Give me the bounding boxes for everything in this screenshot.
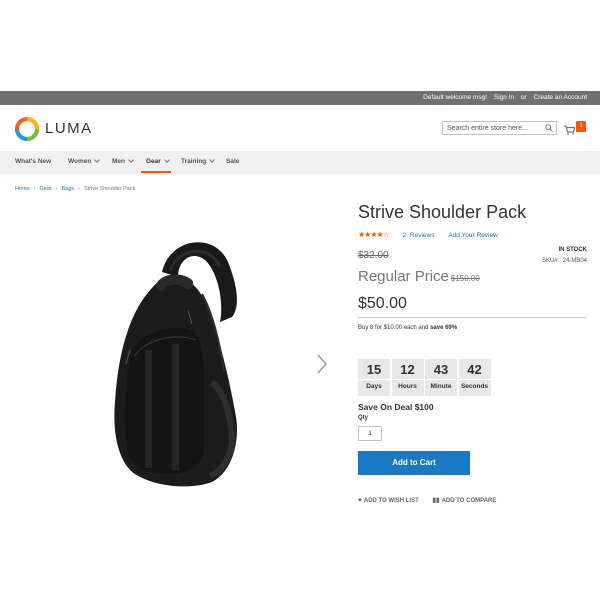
nav-label: What's New [15, 158, 52, 165]
nav-label: Men [112, 158, 125, 165]
reviews-link[interactable]: 2 Reviews [403, 232, 435, 239]
heart-icon: ♥ [358, 497, 362, 504]
chevron-right-icon[interactable] [315, 353, 329, 375]
sku: SKU#: 24-MB04 [542, 258, 587, 264]
minicart[interactable]: 1 [564, 121, 586, 140]
countdown-value: 42 [458, 359, 491, 380]
active-nav-indicator [141, 171, 171, 173]
countdown-label: Minute [430, 383, 452, 390]
breadcrumb-current: Strive Shoulder Pack [83, 186, 136, 192]
rating-stars-icon: ★★★★☆ [358, 230, 390, 239]
countdown-days: 15 Days [358, 358, 390, 396]
countdown-hours: 12 Hours [391, 358, 424, 396]
nav-label: Sale [226, 158, 240, 165]
tier-save: save 69% [430, 325, 458, 331]
final-price: $50.00 [358, 295, 407, 312]
breadcrumb-separator-icon: › [55, 186, 58, 192]
chevron-down-icon [128, 157, 134, 163]
qty-input[interactable]: 1 [358, 426, 382, 441]
product-actions: ♥ ADD TO WISH LIST ▮▮ ADD TO COMPARE [358, 496, 508, 504]
header: LUMA Search entire store here... 1 [0, 105, 600, 151]
main-nav: What's New Women Men Gear Training Sale [0, 151, 600, 174]
cart-icon[interactable] [564, 125, 576, 135]
reviews-count: 2 [402, 232, 407, 239]
chevron-down-icon [94, 157, 101, 163]
add-to-cart-button[interactable]: Add to Cart [358, 451, 470, 475]
tier-price: Buy 8 for $10.00 each and save 69% [358, 325, 457, 331]
regular-price-old: $150.00 [450, 274, 480, 283]
countdown-label: Days [366, 383, 382, 390]
old-price: $32.00 [358, 250, 389, 261]
countdown-value: 15 [358, 359, 390, 380]
chevron-down-icon [163, 157, 170, 163]
nav-item-training[interactable]: Training [181, 157, 216, 165]
compare-icon: ▮▮ [432, 497, 440, 504]
countdown-label: Hours [398, 383, 417, 390]
add-to-compare-link[interactable]: ▮▮ ADD TO COMPARE [432, 497, 497, 504]
sku-label: SKU#: [541, 258, 560, 264]
breadcrumb-home[interactable]: Home [15, 186, 30, 192]
nav-item-whats-new[interactable]: What's New [15, 158, 51, 165]
or-text: or [520, 94, 527, 101]
nav-label: Training [181, 158, 207, 165]
add-review-link[interactable]: Add Your Review [448, 232, 498, 239]
regular-price: Regular Price $150.00 [358, 268, 480, 285]
countdown-seconds: 42 Seconds [458, 358, 491, 396]
top-bar: Default welcome msg! Sign In or Create a… [0, 91, 600, 105]
deal-countdown: 15 Days 12 Hours 43 Minute 42 Seconds [358, 358, 492, 396]
add-to-wishlist-link[interactable]: ♥ ADD TO WISH LIST [358, 497, 419, 504]
search-icon[interactable] [545, 124, 553, 132]
nav-label: Women [68, 158, 92, 165]
wishlist-label: ADD TO WISH LIST [363, 498, 419, 504]
product-title: Strive Shoulder Pack [358, 202, 527, 222]
deal-text: Save On Deal $100 [358, 402, 434, 412]
sign-in-link[interactable]: Sign In [494, 94, 514, 101]
countdown-value: 43 [425, 359, 457, 380]
breadcrumb-separator-icon: › [78, 186, 80, 192]
sku-value: 24-MB04 [562, 258, 587, 264]
welcome-message: Default welcome msg! [423, 94, 488, 101]
countdown-value: 12 [391, 359, 424, 380]
logo-text[interactable]: LUMA [45, 120, 93, 137]
breadcrumb-gear[interactable]: Gear [40, 186, 52, 192]
breadcrumb: Home › Gear › Bags › Strive Shoulder Pack [15, 186, 135, 192]
nav-item-gear[interactable]: Gear [146, 157, 170, 165]
chevron-down-icon [209, 157, 216, 163]
nav-item-men[interactable]: Men [112, 157, 134, 165]
regular-price-label: Regular Price [358, 268, 449, 285]
tier-text: Buy 8 for $10.00 each and [358, 325, 431, 331]
divider [358, 317, 586, 318]
nav-item-sale[interactable]: Sale [226, 158, 239, 165]
stock-status: IN STOCK [558, 247, 587, 253]
nav-label: Gear [146, 158, 161, 165]
search-input[interactable]: Search entire store here... [442, 121, 557, 135]
top-links: Default welcome msg! Sign In or Create a… [418, 94, 587, 101]
countdown-minutes: 43 Minute [425, 358, 457, 396]
qty-label: Qty [358, 415, 369, 421]
luma-logo-icon[interactable] [15, 117, 39, 141]
compare-label: ADD TO COMPARE [441, 498, 497, 504]
product-rating: ★★★★☆ 2 Reviews Add Your Review [358, 230, 498, 239]
cart-counter: 1 [576, 121, 586, 132]
breadcrumb-separator-icon: › [33, 186, 36, 192]
create-account-link[interactable]: Create an Account [534, 94, 587, 101]
search-placeholder: Search entire store here... [447, 124, 528, 132]
countdown-label: Seconds [460, 383, 489, 390]
product-image[interactable] [100, 232, 250, 488]
nav-item-women[interactable]: Women [68, 157, 101, 165]
reviews-label: Reviews [409, 232, 435, 239]
breadcrumb-bags[interactable]: Bags [62, 186, 75, 192]
